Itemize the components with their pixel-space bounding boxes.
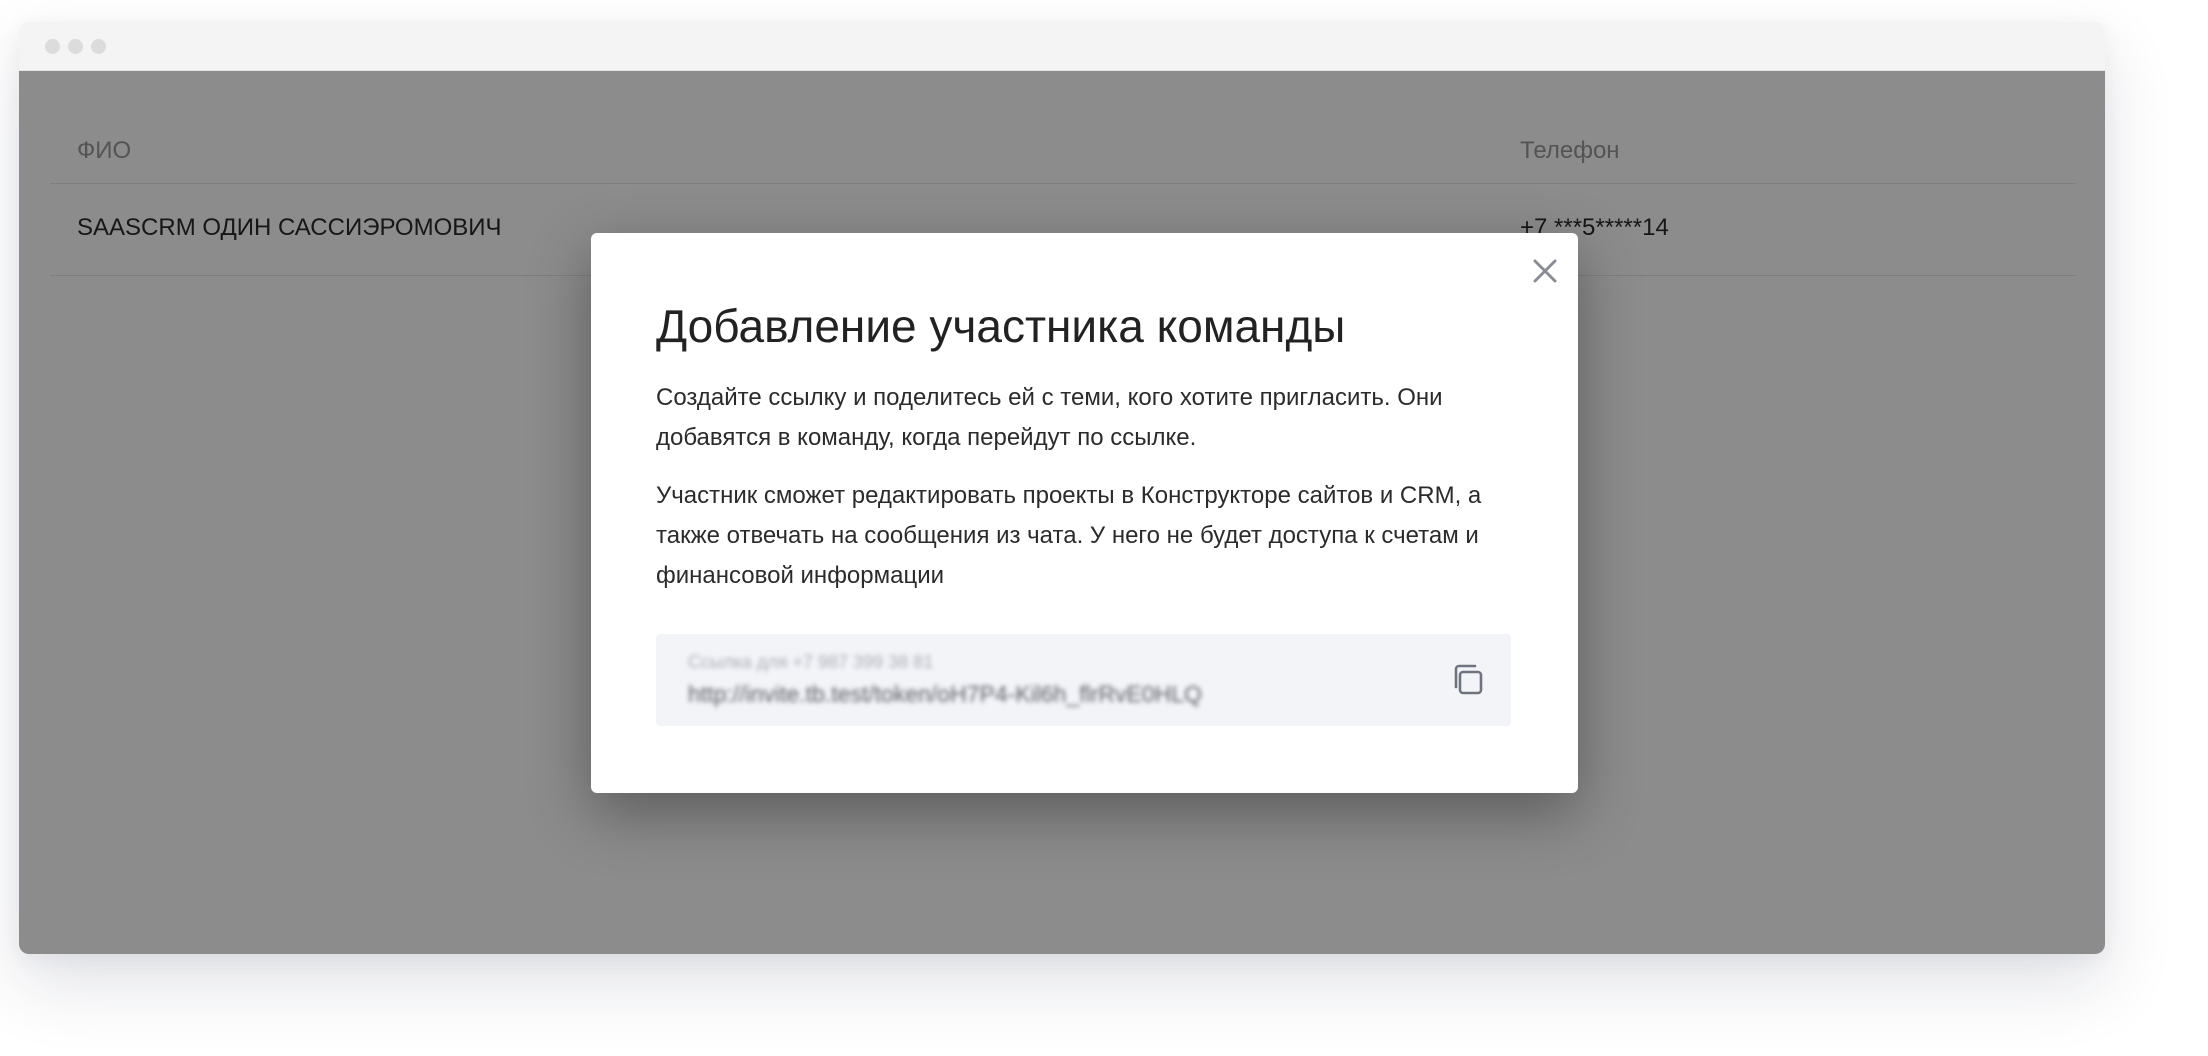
copy-icon <box>1454 664 1483 695</box>
close-button[interactable] <box>1525 251 1565 291</box>
browser-window: ФИО Телефон SAASCRM ОДИН САССИЭРОМОВИЧ +… <box>19 22 2105 954</box>
modal-description-invite: Создайте ссылку и поделитесь ей с теми, … <box>656 384 1443 451</box>
add-member-modal: Добавление участника команды Создайте сс… <box>591 233 1578 793</box>
copy-link-button[interactable] <box>1447 658 1491 702</box>
window-maximize-dot[interactable] <box>91 39 106 54</box>
invite-link-url[interactable]: http://invite.tb.test/token/oH7P4-Kil6h_… <box>688 681 1202 708</box>
window-close-dot[interactable] <box>45 39 60 54</box>
window-minimize-dot[interactable] <box>68 39 83 54</box>
modal-description-permissions: Участник сможет редактировать проекты в … <box>656 482 1482 589</box>
modal-title: Добавление участника команды <box>656 300 1346 352</box>
invite-link-field[interactable]: Ссылка для +7 987 399 38 81 http://invit… <box>656 634 1511 726</box>
close-icon <box>1533 259 1557 283</box>
invite-link-label: Ссылка для +7 987 399 38 81 <box>688 652 934 672</box>
browser-titlebar <box>19 22 2105 71</box>
